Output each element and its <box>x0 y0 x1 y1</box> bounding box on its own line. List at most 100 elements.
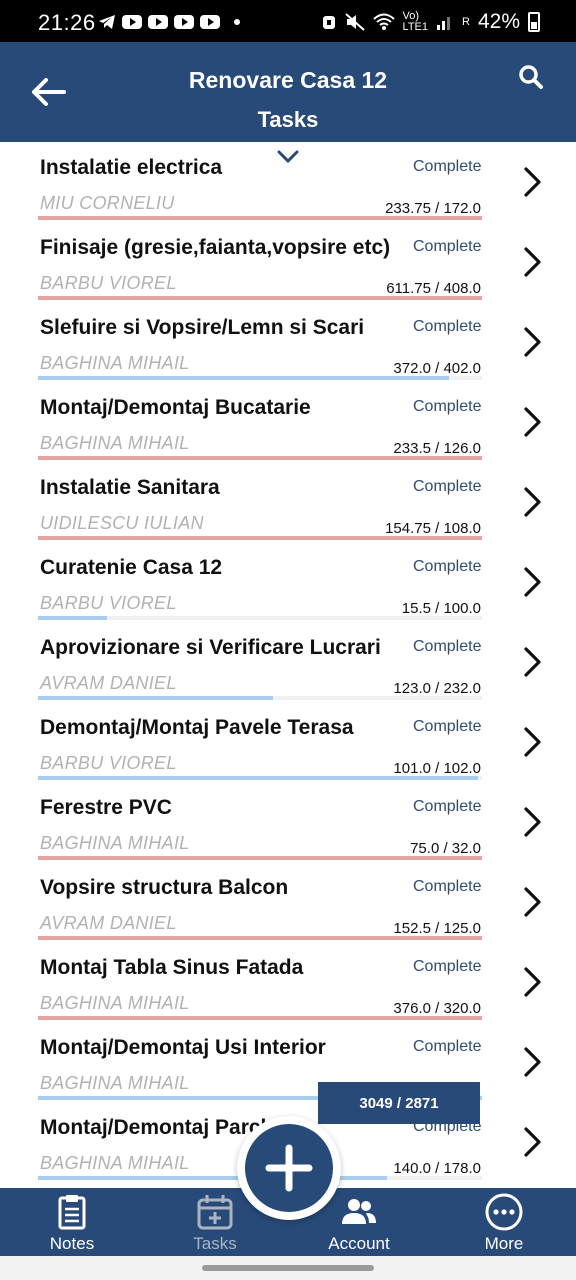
progress-bar <box>38 696 482 700</box>
progress-bar <box>38 216 482 220</box>
project-title: Renovare Casa 12 <box>188 67 388 93</box>
chevron-right-icon[interactable] <box>522 166 544 198</box>
task-status: Complete <box>413 798 482 815</box>
mute-icon <box>344 13 365 31</box>
more-notifications-dot <box>234 19 240 25</box>
system-icons: Vo) LTE1 R 42% <box>321 10 540 34</box>
progress-bar <box>38 536 482 540</box>
task-row[interactable]: Vopsire structura Balcon Complete AVRAM DA… <box>0 862 576 942</box>
nav-notes[interactable]: Notes <box>22 1188 122 1256</box>
nav-more[interactable]: More <box>454 1188 554 1256</box>
task-assignee: AVRAM DANIEL <box>40 913 177 933</box>
task-name: Instalatie electrica <box>40 156 223 179</box>
chevron-right-icon[interactable] <box>522 1046 544 1078</box>
chevron-right-icon[interactable] <box>522 646 544 678</box>
progress-bar <box>38 856 482 860</box>
task-assignee: BAGHINA MIHAIL <box>40 433 190 453</box>
task-name: Demontaj/Montaj Pavele Terasa <box>40 716 354 739</box>
task-assignee: BAGHINA MIHAIL <box>40 993 190 1013</box>
youtube-icon <box>174 15 194 29</box>
progress-fill <box>38 936 482 940</box>
nav-label: More <box>484 1234 524 1253</box>
add-task-button[interactable] <box>245 1124 333 1212</box>
task-assignee: BAGHINA MIHAIL <box>40 1073 190 1093</box>
progress-fill <box>38 296 482 300</box>
volte-indicator: Vo) LTE1 <box>402 10 429 33</box>
task-row[interactable]: Montaj/Demontaj Usi Interior Complete BAGH… <box>0 1022 576 1102</box>
progress-fill <box>38 456 482 460</box>
task-row[interactable]: Aprovizionare si Verificare Lucrari Compl… <box>0 622 576 702</box>
search-button[interactable] <box>518 64 550 96</box>
progress-bar <box>38 616 482 620</box>
task-hours: 101.0 / 102.0 <box>393 760 481 777</box>
task-row[interactable]: Curatenie Casa 12 Complete BARBU VIOREL 15.… <box>0 542 576 622</box>
progress-bar <box>38 456 482 460</box>
gesture-area <box>0 1256 576 1280</box>
chevron-right-icon[interactable] <box>522 486 544 518</box>
task-status: Complete <box>413 158 482 175</box>
task-row[interactable]: Montaj Tabla Sinus Fatada Complete BAGHINA… <box>0 942 576 1022</box>
progress-fill <box>38 856 482 860</box>
task-name: Vopsire structura Balcon <box>40 876 289 899</box>
chevron-right-icon[interactable] <box>522 406 544 438</box>
task-name: Slefuire si Vopsire/Lemn si Scari <box>40 316 365 339</box>
chevron-down-icon[interactable] <box>277 150 299 164</box>
youtube-icon <box>148 15 168 29</box>
task-status: Complete <box>413 958 482 975</box>
task-name: Instalatie Sanitara <box>40 476 220 499</box>
battery-icon <box>528 12 540 32</box>
nav-label: Tasks <box>193 1234 237 1253</box>
chevron-right-icon[interactable] <box>522 966 544 998</box>
chevron-right-icon[interactable] <box>522 726 544 758</box>
clipboard-icon <box>58 1195 86 1230</box>
youtube-icon <box>200 15 220 29</box>
task-hours: 611.75 / 408.0 <box>386 280 481 297</box>
nav-label: Notes <box>49 1234 95 1253</box>
chevron-right-icon[interactable] <box>522 806 544 838</box>
task-row[interactable]: Ferestre PVC Complete BAGHINA MIHAIL 75.0 /… <box>0 782 576 862</box>
task-hours: 233.5 / 126.0 <box>393 440 481 457</box>
task-assignee: UIDILESCU IULIAN <box>40 513 204 533</box>
task-status: Complete <box>413 638 482 655</box>
task-status: Complete <box>413 398 482 415</box>
nav-label: Account <box>328 1234 390 1253</box>
progress-bar <box>38 376 482 380</box>
task-row[interactable]: Finisaje (gresie,faianta,vopsire etc) Com… <box>0 222 576 302</box>
task-assignee: BAGHINA MIHAIL <box>40 1153 190 1173</box>
progress-bar <box>38 1016 482 1020</box>
task-assignee: BAGHINA MIHAIL <box>40 833 190 853</box>
task-assignee: AVRAM DANIEL <box>40 673 177 693</box>
battery-percent: 42% <box>477 10 520 33</box>
task-hours: 75.0 / 32.0 <box>410 840 481 857</box>
chevron-right-icon[interactable] <box>522 326 544 358</box>
signal-icon <box>437 17 451 30</box>
task-assignee: BARBU VIOREL <box>40 593 177 613</box>
wifi-icon <box>372 13 395 30</box>
chevron-right-icon[interactable] <box>522 246 544 278</box>
task-status: Complete <box>413 1038 482 1055</box>
progress-bar <box>38 296 482 300</box>
task-name: Montaj/Demontaj Usi Interior <box>40 1036 326 1059</box>
status-bar: 21:26 Vo) LTE1 R 42% <box>0 0 576 42</box>
task-name: Aprovizionare si Verificare Lucrari <box>40 636 381 659</box>
task-row[interactable]: Instalatie Sanitara Complete UIDILESCU IUL… <box>0 462 576 542</box>
progress-fill <box>38 536 482 540</box>
home-gesture-bar[interactable] <box>202 1265 374 1271</box>
chevron-right-icon[interactable] <box>522 886 544 918</box>
progress-fill <box>38 1016 482 1020</box>
chevron-right-icon[interactable] <box>522 1126 544 1158</box>
task-status: Complete <box>413 878 482 895</box>
task-hours: 152.5 / 125.0 <box>393 920 481 937</box>
chevron-right-icon[interactable] <box>522 566 544 598</box>
task-status: Complete <box>413 478 482 495</box>
task-row[interactable]: Montaj/Demontaj Bucatarie Complete BAGHINA… <box>0 382 576 462</box>
progress-bar <box>38 936 482 940</box>
calendar-add-icon <box>197 1195 233 1230</box>
youtube-icon <box>122 15 142 29</box>
task-assignee: BARBU VIOREL <box>40 273 177 293</box>
task-row[interactable]: Slefuire si Vopsire/Lemn si Scari Complet… <box>0 302 576 382</box>
page-title: Tasks <box>257 107 319 132</box>
task-row[interactable]: Demontaj/Montaj Pavele Terasa Complete BAR… <box>0 702 576 782</box>
task-name: Montaj/Demontaj Bucatarie <box>40 396 311 419</box>
task-list[interactable]: Instalatie electrica Complete MIU CORNELIU… <box>0 142 576 1188</box>
